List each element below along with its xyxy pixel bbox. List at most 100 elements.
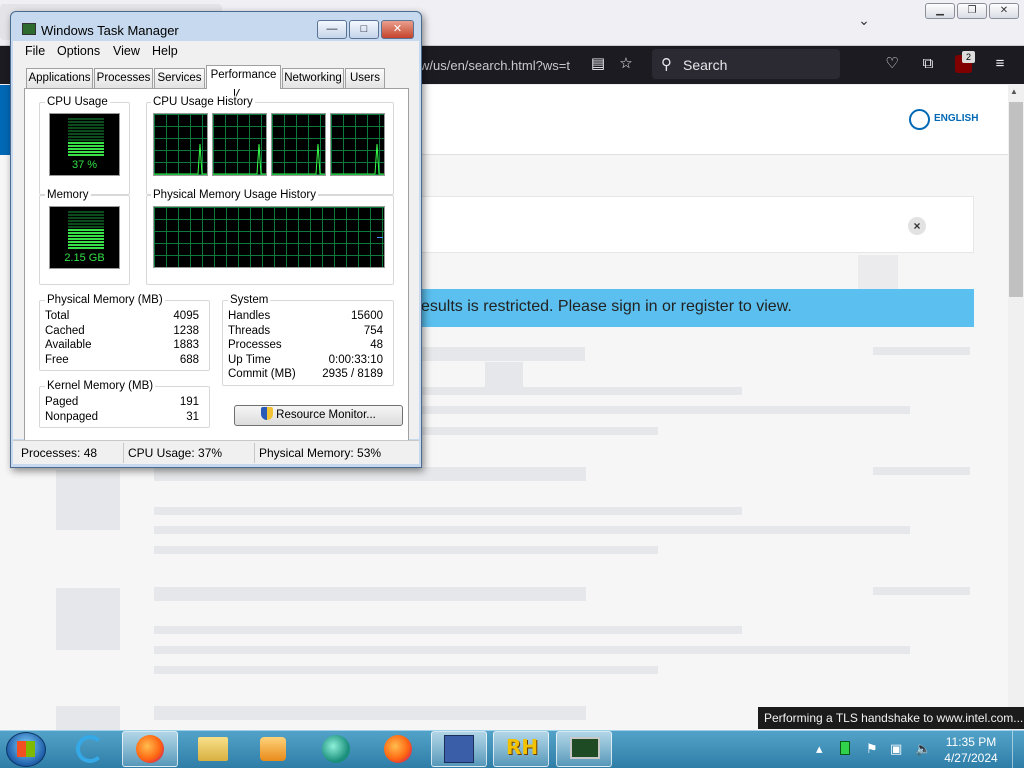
phys-cached-value: 1238 <box>173 325 199 337</box>
meter-segment <box>68 121 104 123</box>
menu-options[interactable]: Options <box>57 44 100 58</box>
meter-segment <box>68 151 104 153</box>
placeholder-block <box>858 255 898 289</box>
skeleton-line <box>420 347 585 361</box>
meter-segment <box>68 148 104 150</box>
task-manager-app-icon <box>22 23 36 35</box>
phys-available-label: Available <box>45 339 92 351</box>
scrollbar-thumb[interactable] <box>1009 102 1023 297</box>
search-placeholder: Search <box>683 57 728 73</box>
skeleton-line <box>420 387 742 395</box>
skeleton-thumb <box>56 588 120 650</box>
sys-uptime-value: 0:00:33:10 <box>328 354 383 366</box>
pocket-icon[interactable]: ♡ <box>883 55 901 73</box>
sys-uptime-label: Up Time <box>228 354 271 366</box>
meter-segment <box>68 133 104 135</box>
restricted-message: esults is restricted. Please sign in or … <box>421 298 792 315</box>
meter-segment <box>68 217 104 219</box>
menu-file[interactable]: File <box>25 44 45 58</box>
skeleton-thumb <box>56 470 120 530</box>
phys-total-label: Total <box>45 310 70 322</box>
uac-shield-icon <box>261 407 274 420</box>
system-clock[interactable]: 11:35 PM 4/27/2024 <box>940 734 1002 766</box>
sys-handles-label: Handles <box>228 310 271 322</box>
menu-hamburger-icon[interactable]: ≡ <box>991 55 1009 73</box>
language-label[interactable]: ENGLISH <box>934 113 978 124</box>
memory-history-label: Physical Memory Usage History <box>151 189 318 201</box>
skeleton-line <box>154 526 910 534</box>
cpu-history-trace <box>331 143 384 175</box>
reader-view-icon[interactable]: ▤ <box>589 55 607 73</box>
tab-processes[interactable]: Processes <box>94 68 153 88</box>
tab-users[interactable]: Users <box>345 68 385 88</box>
show-desktop-button[interactable] <box>1012 731 1024 768</box>
cpu-history-graph-core-2 <box>212 113 267 176</box>
cpu-history-trace <box>213 143 266 175</box>
meter-segment <box>68 124 104 126</box>
status-memory: Physical Memory: 53% <box>259 446 382 460</box>
tray-network-meter-icon[interactable] <box>840 741 850 755</box>
minimize-button[interactable]: — <box>317 20 347 39</box>
sys-handles-value: 15600 <box>351 310 383 322</box>
performance-panel: CPU Usage 37 % CPU Usage History Memory … <box>24 88 409 441</box>
clock-date: 4/27/2024 <box>944 751 998 765</box>
skeleton-line <box>154 666 658 674</box>
tab-services[interactable]: Services <box>154 68 205 88</box>
meter-segment <box>68 247 104 249</box>
skeleton-line <box>873 587 970 595</box>
network-icon[interactable]: ▣ <box>890 741 902 757</box>
menu-bar: File Options View Help <box>13 41 419 61</box>
status-tooltip: Performing a TLS handshake to www.intel.… <box>758 707 1024 729</box>
close-button[interactable]: ✕ <box>381 20 414 39</box>
phys-available-value: 1883 <box>173 339 199 351</box>
menu-help[interactable]: Help <box>152 44 178 58</box>
tab-applications[interactable]: Applications <box>26 68 93 88</box>
browser-minimize-button[interactable]: ▁ <box>925 3 955 19</box>
scroll-up-arrow-icon[interactable]: ▲ <box>1010 87 1018 96</box>
kernel-memory-title: Kernel Memory (MB) <box>45 380 156 392</box>
browser-maximize-button[interactable]: ❐ <box>957 3 987 19</box>
skeleton-line <box>154 587 586 601</box>
meter-segment <box>68 142 104 144</box>
tray-expand-arrow-icon[interactable]: ▴ <box>816 741 823 757</box>
resource-hacker-icon: RH <box>506 735 539 759</box>
volume-muted-icon[interactable]: 🔈 <box>915 741 931 757</box>
task-manager-icon <box>570 737 600 759</box>
sys-commit-value: 2935 / 8189 <box>322 368 383 380</box>
skeleton-line <box>420 406 910 414</box>
kernel-paged-value: 191 <box>179 396 199 408</box>
sys-commit-label: Commit (MB) <box>228 368 296 380</box>
menu-view[interactable]: View <box>113 44 140 58</box>
action-center-flag-icon[interactable]: ⚑ <box>866 741 878 757</box>
memory-label: Memory <box>45 189 91 201</box>
resource-monitor-button[interactable]: Resource Monitor... <box>234 405 403 426</box>
cpu-usage-gauge: 37 % <box>49 113 120 176</box>
meter-segment <box>68 127 104 129</box>
skeleton-line <box>154 467 586 481</box>
cpu-history-label: CPU Usage History <box>151 96 255 108</box>
sys-processes-value: 48 <box>370 339 383 351</box>
task-manager-window[interactable]: Windows Task Manager — □ ✕ File Options … <box>10 11 422 468</box>
resource-monitor-label: Resource Monitor... <box>276 409 376 421</box>
bookmark-star-icon[interactable]: ☆ <box>617 55 635 73</box>
url-bar[interactable]: w/us/en/search.html?ws=t <box>420 58 580 74</box>
meter-segment <box>68 145 104 147</box>
internet-explorer-icon <box>76 735 104 763</box>
globe-icon[interactable] <box>909 109 930 130</box>
maximize-button[interactable]: □ <box>349 20 379 39</box>
tab-networking[interactable]: Networking <box>282 68 344 88</box>
meter-segment <box>68 139 104 141</box>
status-bar: Processes: 48 CPU Usage: 37% Physical Me… <box>13 440 419 464</box>
browser-close-button[interactable]: ✕ <box>989 3 1019 19</box>
tab-performance[interactable]: Performance <box>206 65 281 89</box>
dismiss-button[interactable]: × <box>908 217 926 235</box>
memory-history-line <box>377 237 383 238</box>
sys-processes-label: Processes <box>228 339 282 351</box>
visual-studio-icon <box>444 735 474 763</box>
extensions-icon[interactable]: ⧉ <box>919 55 937 73</box>
clock-time: 11:35 PM <box>945 735 997 749</box>
skeleton-line <box>873 467 970 475</box>
search-input[interactable]: ⚲ Search <box>652 49 840 79</box>
tab-list-chevron-icon[interactable]: ⌄ <box>856 12 872 28</box>
meter-segment <box>68 211 104 213</box>
